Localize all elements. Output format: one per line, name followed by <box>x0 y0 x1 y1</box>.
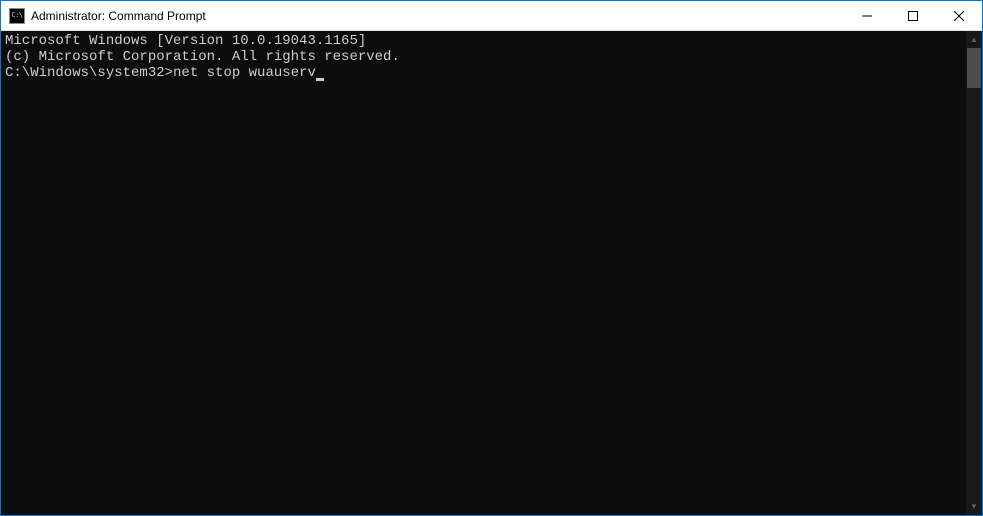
prompt-line: C:\Windows\system32>net stop wuauserv <box>5 65 962 81</box>
terminal-area: Microsoft Windows [Version 10.0.19043.11… <box>1 31 982 515</box>
app-icon: C:\ <box>9 8 25 24</box>
scrollbar-up-arrow-icon[interactable]: ▲ <box>966 31 982 48</box>
terminal-content[interactable]: Microsoft Windows [Version 10.0.19043.11… <box>1 31 966 515</box>
titlebar[interactable]: C:\ Administrator: Command Prompt <box>1 1 982 31</box>
copyright-line: (c) Microsoft Corporation. All rights re… <box>5 49 962 65</box>
window-controls <box>844 1 982 30</box>
command-prompt-window: C:\ Administrator: Command Prompt <box>1 1 982 515</box>
app-icon-label: C:\ <box>11 12 22 19</box>
prompt-text: C:\Windows\system32> <box>5 65 173 81</box>
version-line: Microsoft Windows [Version 10.0.19043.11… <box>5 33 962 49</box>
maximize-icon <box>908 11 918 21</box>
vertical-scrollbar[interactable]: ▲ ▼ <box>966 31 982 515</box>
scrollbar-thumb[interactable] <box>967 48 981 88</box>
close-button[interactable] <box>936 1 982 30</box>
command-text: net stop wuauserv <box>173 65 316 81</box>
minimize-icon <box>862 11 872 21</box>
minimize-button[interactable] <box>844 1 890 30</box>
window-title: Administrator: Command Prompt <box>31 9 844 23</box>
close-icon <box>954 11 964 21</box>
scrollbar-down-arrow-icon[interactable]: ▼ <box>966 498 982 515</box>
maximize-button[interactable] <box>890 1 936 30</box>
cursor <box>316 78 324 81</box>
